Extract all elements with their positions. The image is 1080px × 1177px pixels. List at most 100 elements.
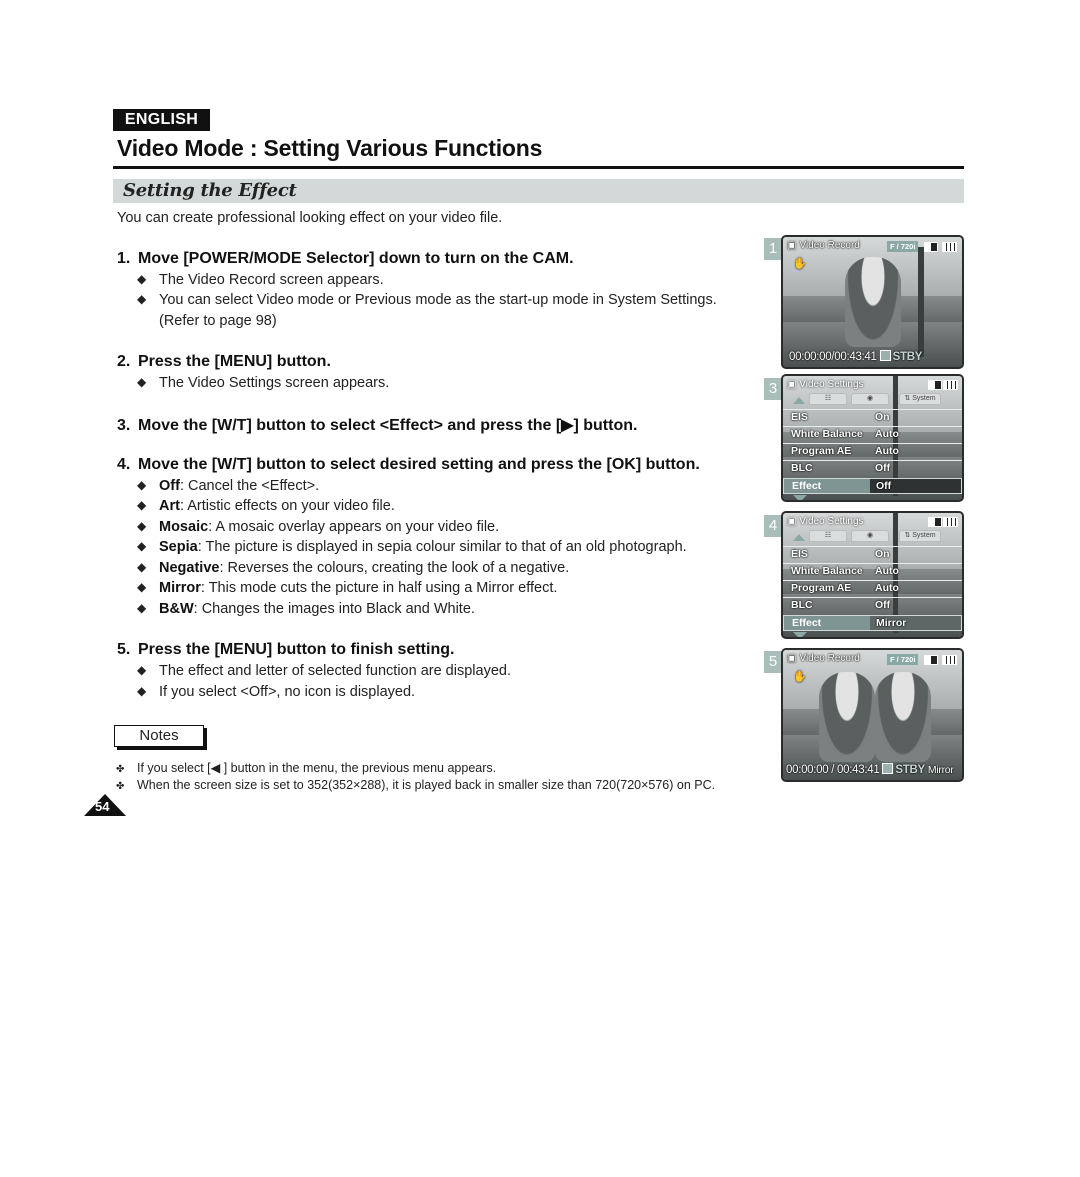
osd-bottom-bar: 00:00:00 / 00:43:41 STBY Mirror — [786, 763, 958, 776]
diamond-bullet-icon: ◆ — [137, 560, 147, 574]
step-5: 5. Press the [MENU] button to finish sett… — [117, 641, 454, 659]
diamond-bullet-icon: ◆ — [137, 539, 147, 553]
bullet-item: ◆ The Video Record screen appears. — [137, 272, 384, 288]
memory-card-icon — [924, 242, 938, 252]
note-item: ✤ If you select [◀ ] button in the menu, … — [116, 761, 497, 775]
menu-header: ▣ Video Settings — [787, 379, 864, 390]
menu-title: Video Settings — [799, 516, 864, 527]
menu-row-blc[interactable]: BLC Off — [783, 597, 962, 613]
record-status-icon — [882, 763, 894, 774]
tab-video[interactable]: ☷ — [809, 530, 847, 542]
title-divider — [113, 166, 964, 169]
tab-video[interactable]: ☷ — [809, 393, 847, 405]
diamond-bullet-icon: ◆ — [137, 663, 147, 677]
notes-label: Notes — [114, 725, 204, 747]
bullet-continuation: (Refer to page 98) — [159, 313, 277, 329]
memory-card-icon — [924, 655, 938, 665]
effect-indicator: Mirror — [927, 764, 954, 776]
step-3: 3. Move the [W/T] button to select <Effec… — [117, 415, 637, 435]
menu-row-white-balance[interactable]: White Balance Auto — [783, 426, 962, 442]
screen-video-record: ▣ Video Record F / 720i ✋ 00:00:00/00:43:… — [781, 235, 964, 369]
effect-option-art: ◆ Art: Artistic effects on your video fil… — [137, 498, 395, 514]
effect-option-bw: ◆ B&W: Changes the images into Black and … — [137, 601, 475, 617]
screen-label-4: 4 — [764, 515, 782, 537]
screen-video-settings-mirror: ▣ Video Settings ☷ ◉ ⇅ System EIS On Whit… — [781, 511, 964, 639]
diamond-bullet-icon: ◆ — [137, 478, 147, 492]
screen-video-record-mirror: ▣ Video Record F / 720i ✋ 00:00:00 / 00:4… — [781, 648, 964, 782]
step-number: 5. — [117, 641, 131, 658]
osd-top-bar: ▣ Video Record F / 720i — [787, 240, 958, 256]
menu-header: ▣ Video Settings — [787, 516, 864, 527]
section-title: Setting the Effect — [123, 180, 297, 201]
step-text: Press the [MENU] button to finish settin… — [138, 641, 455, 658]
battery-icon — [942, 655, 957, 665]
diamond-bullet-icon: ◆ — [137, 498, 147, 512]
video-camera-icon: ▣ — [787, 516, 800, 527]
menu-row-white-balance[interactable]: White Balance Auto — [783, 563, 962, 579]
quality-badge: F / 720i — [887, 654, 919, 665]
diamond-bullet-icon: ◆ — [137, 684, 147, 698]
status-text: STBY — [895, 764, 925, 776]
step-number: 1. — [117, 250, 131, 267]
diamond-bullet-icon: ◆ — [137, 601, 147, 615]
timecode: 00:00:00/00:43:41 — [789, 351, 877, 363]
clover-bullet-icon: ✤ — [116, 781, 125, 792]
menu-row-eis[interactable]: EIS On — [783, 409, 962, 425]
menu-tabs: ☷ ◉ ⇅ System — [783, 529, 962, 542]
menu-title: Video Settings — [799, 379, 864, 390]
note-item: ✤ When the screen size is set to 352(352×… — [116, 778, 716, 792]
step-text: Press the [MENU] button. — [138, 353, 331, 370]
memory-card-icon — [928, 517, 942, 527]
down-arrow-icon[interactable] — [793, 495, 807, 500]
menu-row-effect[interactable]: Effect Mirror — [783, 615, 962, 631]
osd-bottom-bar: 00:00:00/00:43:41 STBY — [789, 350, 958, 363]
screen-label-5: 5 — [764, 651, 782, 673]
step-text: Move the [W/T] button to select <Effect>… — [138, 417, 638, 434]
effect-option-off: ◆ Off: Cancel the <Effect>. — [137, 478, 320, 494]
intro-text: You can create professional looking effe… — [117, 210, 503, 226]
video-camera-icon: ▣ — [787, 240, 797, 251]
photo-subject — [845, 257, 901, 347]
down-arrow-icon[interactable] — [793, 632, 807, 637]
diamond-bullet-icon: ◆ — [137, 580, 147, 594]
step-number: 4. — [117, 456, 131, 473]
step-text: Move [POWER/MODE Selector] down to turn … — [138, 250, 574, 267]
menu-row-eis[interactable]: EIS On — [783, 546, 962, 562]
menu-row-program-ae[interactable]: Program AE Auto — [783, 580, 962, 596]
memory-card-icon — [928, 380, 942, 390]
hand-shake-icon: ✋ — [793, 671, 807, 683]
step-number: 3. — [117, 417, 131, 434]
osd-top-bar: ▣ Video Record F / 720i — [787, 653, 958, 669]
diamond-bullet-icon: ◆ — [137, 519, 147, 533]
menu-row-effect[interactable]: Effect Off — [783, 478, 962, 494]
tab-system[interactable]: ⇅ System — [899, 530, 941, 542]
hand-shake-icon: ✋ — [793, 258, 807, 270]
status-text: STBY — [892, 351, 923, 363]
menu-row-program-ae[interactable]: Program AE Auto — [783, 443, 962, 459]
bullet-item: ◆ You can select Video mode or Previous m… — [137, 292, 717, 308]
effect-option-negative: ◆ Negative: Reverses the colours, creatin… — [137, 560, 570, 576]
page-title: Video Mode : Setting Various Functions — [117, 135, 543, 161]
screen-title: Video Record — [799, 240, 860, 251]
diamond-bullet-icon: ◆ — [137, 375, 147, 389]
step-text: Move the [W/T] button to select desired … — [138, 456, 700, 473]
bullet-item: ◆ The Video Settings screen appears. — [137, 375, 390, 391]
step-2: 2. Press the [MENU] button. — [117, 353, 331, 371]
tab-system[interactable]: ⇅ System — [899, 393, 941, 405]
menu-row-blc[interactable]: BLC Off — [783, 460, 962, 476]
video-camera-icon: ▣ — [787, 379, 800, 390]
tab-photo[interactable]: ◉ — [851, 530, 889, 542]
menu-tabs: ☷ ◉ ⇅ System — [783, 392, 962, 405]
tab-photo[interactable]: ◉ — [851, 393, 889, 405]
quality-badge: F / 720i — [887, 241, 919, 252]
step-4: 4. Move the [W/T] button to select desire… — [117, 456, 700, 474]
screen-title: Video Record — [799, 653, 860, 664]
step-1: 1. Move [POWER/MODE Selector] down to tur… — [117, 250, 574, 268]
timecode: 00:00:00 / 00:43:41 — [786, 764, 880, 776]
photo-subject-left — [819, 672, 875, 762]
battery-icon — [943, 517, 958, 527]
record-status-icon — [879, 350, 891, 361]
up-arrow-icon[interactable] — [793, 397, 805, 404]
diamond-bullet-icon: ◆ — [137, 292, 147, 306]
up-arrow-icon[interactable] — [793, 534, 805, 541]
